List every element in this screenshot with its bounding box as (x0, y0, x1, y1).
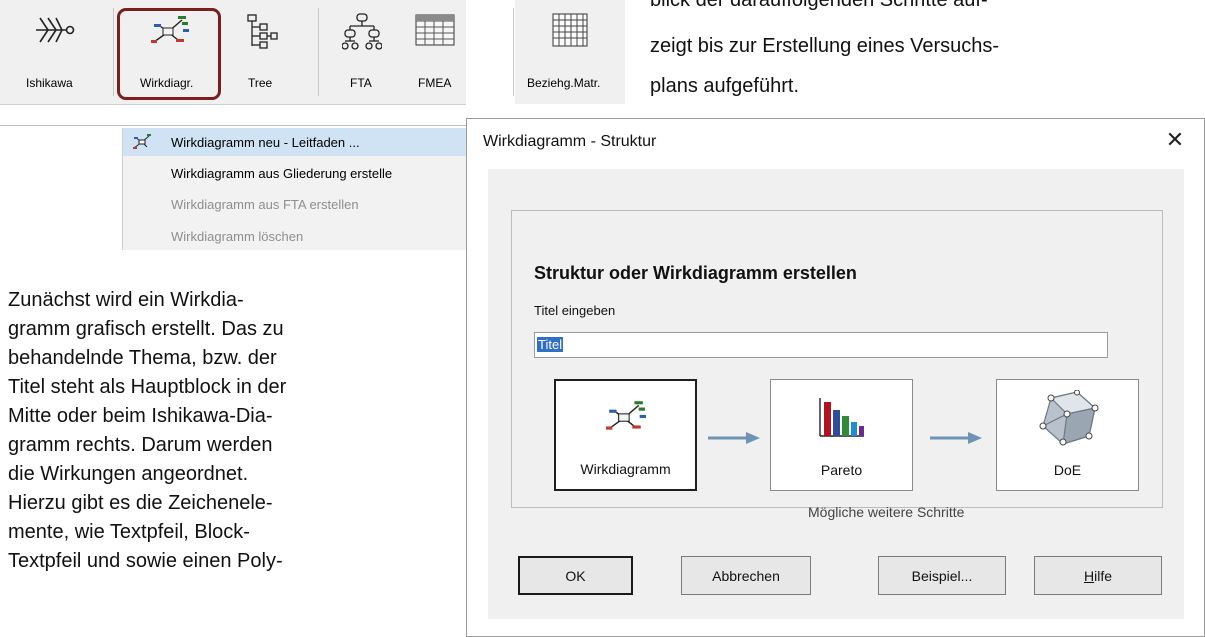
toolbar-button-ishikawa[interactable]: Ishikawa (0, 0, 112, 104)
help-button[interactable]: Hilfe (1034, 556, 1162, 595)
menu-item-delete: Wirkdiagramm löschen (123, 222, 467, 250)
help-label-rest: ilfe (1094, 567, 1113, 584)
toolbar-label: Tree (248, 76, 273, 90)
ok-button[interactable]: OK (518, 556, 633, 595)
fmea-icon (414, 12, 456, 51)
dialog-heading: Struktur oder Wirkdiagramm erstellen (534, 263, 857, 283)
step-card-doe[interactable]: DoE (996, 379, 1139, 491)
body-text-line: behandelnde Thema, bzw. der (8, 347, 277, 369)
body-text-line: gramm rechts. Darum werden (8, 434, 273, 456)
menu-item-from-fta: Wirkdiagramm aus FTA erstellen (123, 190, 467, 218)
body-text-line: Hierzu gibt es die Zeichenele- (8, 492, 273, 514)
arrow-right-icon (930, 431, 982, 450)
toolbar-bottom-line (0, 125, 466, 126)
step-label: DoE (1053, 462, 1082, 478)
matrix-icon (551, 12, 589, 51)
arrow-right-icon (708, 431, 760, 450)
step-label: Pareto (820, 462, 863, 478)
menu-item-label: Wirkdiagramm aus FTA erstellen (171, 196, 359, 212)
body-text-line: Titel steht als Hauptblock in der (8, 376, 287, 398)
step-label: Wirkdiagramm (580, 461, 671, 477)
toolbar-separator (318, 8, 319, 96)
fta-icon (341, 12, 383, 55)
structure-panel: Struktur oder Wirkdiagramm erstellen Tit… (511, 210, 1163, 520)
toolbar-button-beziehungsmatrix[interactable]: Beziehg.Matr. (513, 0, 625, 104)
toolbar: Ishikawa Wirkdiagr. Tree FTA FMEA (0, 0, 466, 105)
toolbar-label: Beziehg.Matr. (527, 76, 601, 90)
example-button[interactable]: Beispiel... (878, 556, 1006, 595)
toolbar-button-tree[interactable]: Tree (222, 0, 302, 104)
menu-item-label: Wirkdiagramm aus Gliederung erstelle (171, 165, 393, 181)
doe-cube-icon (997, 390, 1138, 446)
dialog-body: Struktur oder Wirkdiagramm erstellen Tit… (488, 169, 1184, 619)
struktur-dialog: Wirkdiagramm - Struktur ✕ Struktur oder … (466, 118, 1205, 637)
selection-highlight (117, 8, 221, 100)
toolbar-separator (113, 8, 114, 96)
title-input[interactable]: Titel (534, 332, 1108, 358)
toolbar-label: Ishikawa (26, 76, 73, 90)
title-input-value: Titel (537, 337, 564, 352)
close-icon[interactable]: ✕ (1160, 125, 1190, 155)
help-mnemonic: H (1083, 567, 1095, 584)
cancel-button[interactable]: Abbrechen (681, 556, 811, 595)
menu-item-label: Wirkdiagramm neu - Leitfaden ... (171, 134, 360, 150)
toolbar-button-fta[interactable]: FTA (320, 0, 404, 104)
toolbar-label: FTA (350, 76, 372, 90)
body-paragraph: Zunächst wird ein Wirkdia- gramm grafisc… (8, 286, 463, 576)
body-text-line: Mitte oder beim Ishikawa-Dia- (8, 405, 273, 427)
body-text-line: blick der darauffolgenden Schritte auf- (650, 0, 988, 11)
body-text-line: mente, wie Textpfeil, Block- (8, 521, 250, 543)
menu-item-new-guide[interactable]: Wirkdiagramm neu - Leitfaden ... (123, 128, 467, 156)
toolbar-button-fmea-area[interactable]: FMEA (394, 0, 476, 104)
wirkdiagramm-icon (556, 397, 695, 437)
body-text-line: gramm grafisch erstellt. Das zu (8, 318, 284, 340)
toolbar-label: FMEA (418, 76, 452, 90)
toolbar-separator (513, 8, 514, 96)
wirkdiagramm-menu: Wirkdiagramm neu - Leitfaden ... Wirkdia… (122, 128, 467, 250)
pareto-chart-icon (771, 396, 912, 438)
body-text-line: plans aufgeführt. (650, 75, 799, 97)
step-card-pareto[interactable]: Pareto (770, 379, 913, 491)
menu-item-label: Wirkdiagramm löschen (171, 228, 304, 244)
wirkdiagramm-icon (131, 132, 153, 155)
dialog-title: Wirkdiagramm - Struktur (483, 133, 657, 150)
title-input-label: Titel eingeben (534, 303, 616, 318)
tree-icon (244, 12, 280, 53)
body-text-line: Zunächst wird ein Wirkdia- (8, 289, 244, 311)
steps-caption: Mögliche weitere Schritte (808, 504, 965, 520)
ishikawa-icon (32, 12, 76, 51)
step-card-wirkdiagramm[interactable]: Wirkdiagramm (554, 379, 697, 491)
body-text-line: die Wirkungen angeordnet. (8, 463, 249, 485)
body-text-line: Textpfeil und sowie einen Poly- (8, 550, 283, 572)
menu-item-from-outline[interactable]: Wirkdiagramm aus Gliederung erstelle (123, 159, 467, 187)
body-text-line: zeigt bis zur Erstellung eines Versuchs- (650, 35, 1000, 57)
